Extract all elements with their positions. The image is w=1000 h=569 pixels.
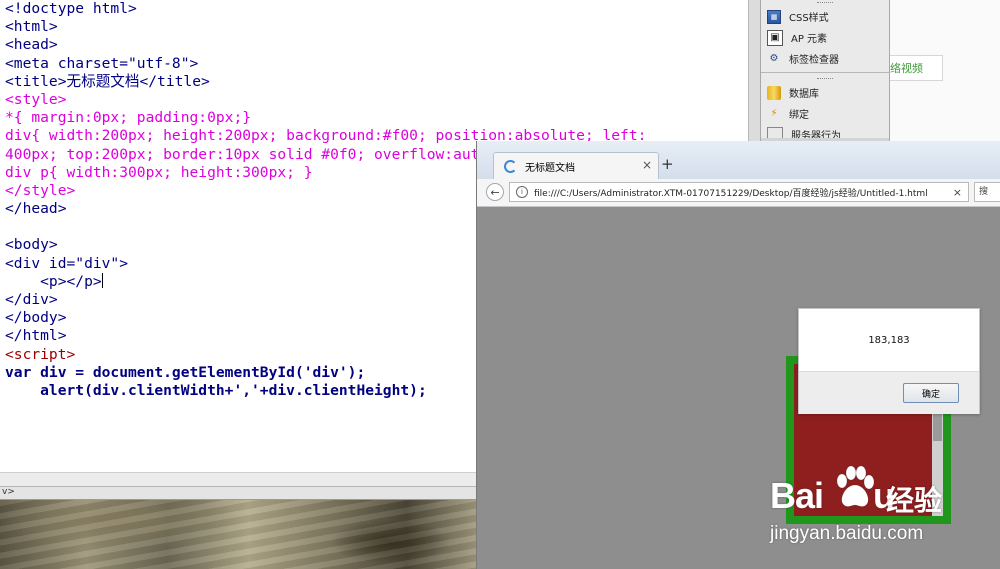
ok-button[interactable]: 确定 (903, 383, 959, 403)
panel-item-label: 绑定 (789, 110, 809, 121)
code-line-3: <head> (5, 36, 58, 54)
panel-item-tag-inspector[interactable]: ⚙ 标签检查器 (761, 48, 889, 69)
watermark-domain: jingyan.baidu.com (770, 523, 924, 544)
new-tab-button[interactable]: + (661, 155, 674, 173)
desktop-wallpaper (0, 500, 478, 569)
tab-untitled-document[interactable]: 无标题文档 × (493, 152, 659, 179)
panel-item-label: 标签检查器 (789, 55, 839, 66)
code-line-6: <style> (5, 90, 67, 108)
code-line-4: <meta charset="utf-8"> (5, 54, 199, 72)
baidu-paw-icon (836, 465, 875, 507)
info-icon[interactable]: i (516, 186, 528, 198)
panel-item-ap-elements[interactable]: ▣ AP 元素 (761, 27, 889, 48)
back-button[interactable]: ← (486, 183, 504, 201)
ap-elements-icon: ▣ (767, 29, 783, 46)
code-line-2: <html> (5, 18, 58, 36)
navigation-bar: ← i file:///C:/Users/Administrator.XTM-0… (477, 179, 1000, 207)
panel-item-bindings[interactable]: ⚡ 绑定 (761, 103, 889, 124)
code-line-5: <title>无标题文档</title> (5, 72, 210, 90)
jingyan-text: 经验 (886, 484, 943, 517)
baidu-jingyan-watermark: Bai u 经验 jingyan.baidu.com (770, 461, 1000, 569)
code-line-1: <!doctype html> (5, 0, 137, 17)
alert-dialog: 183,183 确定 (798, 308, 980, 414)
loading-spinner-icon (504, 159, 517, 173)
tag-selector-text[interactable]: v> (0, 487, 15, 497)
alert-footer: 确定 (799, 371, 979, 414)
tab-title: 无标题文档 (525, 162, 575, 174)
panel-group: ▦ CSS样式 ▣ AP 元素 ⚙ 标签检查器 数据库 ⚡ 绑定 服务器行为 (760, 0, 890, 145)
panel-separator (761, 72, 889, 73)
panel-item-label: AP 元素 (791, 34, 828, 45)
database-icon (767, 85, 781, 100)
panel-item-css-styles[interactable]: ▦ CSS样式 (761, 6, 889, 27)
tag-inspector-icon: ⚙ (769, 53, 779, 64)
code-line-7: *{ margin:0px; padding:0px;} (5, 109, 252, 127)
css-styles-icon: ▦ (767, 9, 781, 24)
url-text[interactable]: file:///C:/Users/Administrator.XTM-01707… (534, 186, 953, 199)
bindings-icon: ⚡ (770, 108, 778, 119)
panel-item-label: CSS样式 (789, 13, 829, 24)
search-box[interactable]: 搜 (974, 182, 1000, 202)
tab-strip: 无标题文档 × + (477, 141, 1000, 179)
arrow-left-icon: ← (490, 185, 500, 199)
address-bar[interactable]: i file:///C:/Users/Administrator.XTM-017… (509, 182, 969, 202)
clear-url-icon[interactable]: × (953, 186, 962, 199)
close-tab-icon[interactable]: × (642, 158, 652, 172)
text-cursor (101, 272, 103, 288)
panel-item-databases[interactable]: 数据库 (761, 82, 889, 103)
alert-message: 183,183 (868, 335, 910, 346)
search-placeholder: 搜 (979, 187, 989, 197)
tag-selector-bar[interactable]: v> (0, 486, 478, 500)
panel-item-label: 数据库 (789, 89, 819, 100)
